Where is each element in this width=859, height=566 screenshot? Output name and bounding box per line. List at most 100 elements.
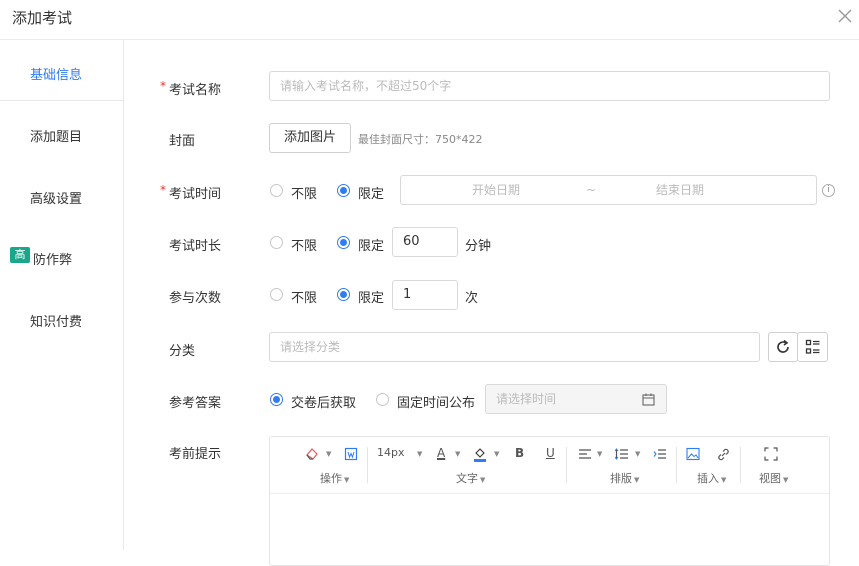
answer-after-submit-label: 交卷后获取: [291, 396, 357, 411]
answer-label: 参考答案: [169, 396, 222, 411]
sidebar-item-label: 添加题目: [30, 130, 83, 145]
category-label: 分类: [169, 344, 196, 359]
duration-input[interactable]: 60: [392, 227, 458, 257]
chevron-down-icon: ▼: [326, 450, 332, 458]
duration-unlimited-label: 不限: [291, 239, 318, 254]
sidebar-item-label: 防作弊: [33, 253, 73, 268]
answer-after-submit-radio[interactable]: [270, 393, 283, 406]
date-range-separator: ~: [586, 183, 597, 197]
chevron-down-icon: ▼: [494, 450, 500, 458]
text-color-button[interactable]: A: [437, 446, 445, 460]
duration-limited-radio[interactable]: [337, 236, 350, 249]
sidebar-item-anti-cheat[interactable]: 高 防作弊: [0, 237, 123, 277]
exam-time-limited-radio[interactable]: [337, 184, 350, 197]
font-size-select[interactable]: 14px: [377, 446, 405, 459]
sidebar-item-label: 高级设置: [30, 192, 83, 207]
sidebar-item-paid-knowledge[interactable]: 知识付费: [0, 299, 123, 339]
sidebar-item-label: 基础信息: [30, 68, 83, 83]
exam-time-unlimited-radio[interactable]: [270, 184, 283, 197]
toolbar-group-layout-label: 排版: [610, 472, 632, 485]
attempts-limited-radio[interactable]: [337, 288, 350, 301]
dialog-title: 添加考试: [12, 9, 73, 27]
sidebar-item-advanced[interactable]: 高级设置: [0, 176, 123, 216]
attempts-unlimited-radio[interactable]: [270, 288, 283, 301]
toolbar-group-insert[interactable]: 插入 ▼: [697, 470, 726, 486]
bold-button[interactable]: B: [515, 446, 524, 460]
toolbar-group-operate[interactable]: 操作 ▼: [320, 470, 349, 486]
indent-icon[interactable]: [653, 447, 667, 461]
chevron-down-icon: ▼: [455, 450, 461, 458]
start-date-placeholder: 开始日期: [472, 183, 521, 197]
duration-unlimited-radio[interactable]: [270, 236, 283, 249]
answer-fixed-time-label: 固定时间公布: [397, 396, 476, 411]
sidebar: 基础信息 添加题目 高级设置 高 防作弊 知识付费: [0, 40, 124, 550]
fullscreen-icon[interactable]: [764, 447, 778, 461]
toolbar-separator: [740, 447, 741, 483]
exam-time-unlimited-label: 不限: [291, 187, 318, 202]
editor-toolbar: ▼ 操作 ▼ 14px ▼ A ▼ ▼ B U 文字 ▼ ▼ ▼ 排版 ▼ 插入…: [270, 437, 829, 494]
dialog-header: 添加考试: [0, 0, 859, 40]
toolbar-group-operate-label: 操作: [320, 472, 342, 485]
underline-button[interactable]: U: [546, 446, 555, 460]
cover-size-hint: 最佳封面尺寸：750*422: [358, 133, 483, 146]
attempts-unlimited-label: 不限: [291, 291, 318, 306]
duration-limited-label: 限定: [358, 239, 385, 254]
toolbar-separator: [566, 447, 567, 483]
exam-time-label: * 考试时间: [160, 183, 222, 202]
premium-badge: 高: [10, 247, 30, 263]
refresh-icon: [777, 339, 789, 353]
end-date-placeholder: 结束日期: [656, 183, 705, 197]
duration-label: 考试时长: [169, 239, 222, 254]
calendar-icon: [642, 393, 655, 406]
link-icon[interactable]: [716, 447, 731, 462]
exam-time-label-text: 考试时间: [169, 187, 222, 202]
exam-name-placeholder: 请输入考试名称，不超过50个字: [280, 79, 452, 93]
exam-name-input[interactable]: 请输入考试名称，不超过50个字: [269, 71, 830, 101]
list-grid-icon: [805, 339, 819, 354]
sidebar-item-label: 知识付费: [30, 315, 83, 330]
chevron-down-icon: ▼: [417, 450, 423, 458]
answer-fixed-time-radio[interactable]: [376, 393, 389, 406]
attempts-limited-label: 限定: [358, 291, 385, 306]
exam-time-limited-label: 限定: [358, 187, 385, 202]
eraser-icon[interactable]: [305, 447, 319, 461]
answer-time-placeholder: 请选择时间: [496, 392, 557, 406]
paste-word-icon[interactable]: [344, 447, 358, 461]
rich-text-editor[interactable]: ▼ 操作 ▼ 14px ▼ A ▼ ▼ B U 文字 ▼ ▼ ▼ 排版 ▼ 插入…: [269, 436, 830, 566]
toolbar-group-text[interactable]: 文字 ▼: [456, 470, 485, 486]
sidebar-divider: [0, 100, 124, 101]
highlight-color-icon[interactable]: [473, 446, 487, 462]
exam-name-label: * 考试名称: [160, 79, 222, 98]
answer-time-picker[interactable]: 请选择时间: [485, 384, 667, 414]
toolbar-group-view[interactable]: 视图 ▼: [759, 470, 788, 486]
attempts-input[interactable]: 1: [392, 280, 458, 310]
toolbar-group-insert-label: 插入: [697, 472, 719, 485]
category-placeholder: 请选择分类: [280, 340, 341, 354]
sidebar-item-basic-info[interactable]: 基础信息: [0, 52, 123, 92]
category-manage-button[interactable]: [797, 332, 828, 362]
sidebar-item-add-questions[interactable]: 添加题目: [0, 114, 123, 154]
chevron-down-icon: ▼: [635, 450, 641, 458]
info-icon[interactable]: i: [822, 184, 835, 197]
notice-label: 考前提示: [169, 447, 222, 462]
toolbar-separator: [676, 447, 677, 483]
align-left-icon[interactable]: [578, 447, 592, 461]
line-spacing-icon[interactable]: [615, 447, 629, 461]
close-icon[interactable]: [835, 6, 855, 26]
attempts-label: 参与次数: [169, 291, 222, 306]
exam-name-label-text: 考试名称: [169, 83, 222, 98]
refresh-button[interactable]: [768, 332, 798, 362]
toolbar-group-text-label: 文字: [456, 472, 478, 485]
toolbar-group-layout[interactable]: 排版 ▼: [610, 470, 639, 486]
required-mark: *: [160, 79, 166, 93]
cover-label: 封面: [169, 134, 196, 149]
attempts-unit: 次: [465, 291, 479, 306]
category-select[interactable]: 请选择分类: [269, 332, 760, 362]
duration-unit: 分钟: [465, 239, 492, 254]
required-mark: *: [160, 183, 166, 197]
date-range-picker[interactable]: 开始日期 ~ 结束日期: [400, 175, 817, 205]
chevron-down-icon: ▼: [597, 450, 603, 458]
image-icon[interactable]: [686, 447, 700, 461]
add-image-button[interactable]: 添加图片: [269, 123, 351, 153]
toolbar-group-view-label: 视图: [759, 472, 781, 485]
